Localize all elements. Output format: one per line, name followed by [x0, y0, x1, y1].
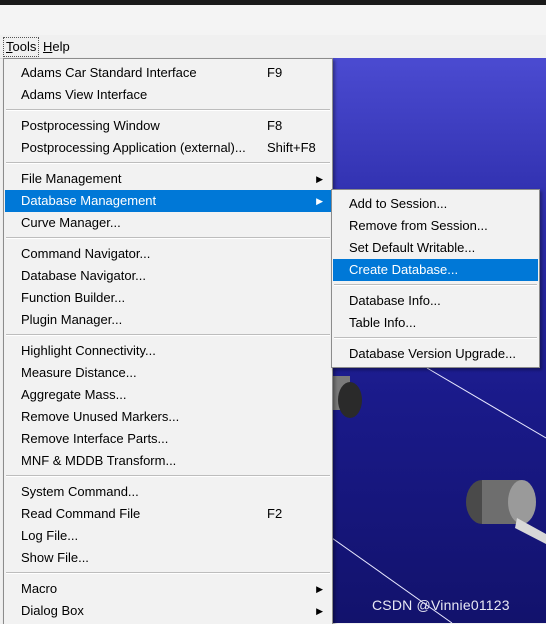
- menu-item-adams-view[interactable]: Adams View Interface: [5, 84, 331, 106]
- menu-item-highlight-connectivity[interactable]: Highlight Connectivity...: [5, 340, 331, 362]
- menu-item-label: Set Default Writable...: [349, 240, 476, 255]
- menu-item-file-management[interactable]: File Management ▶: [5, 168, 331, 190]
- menu-item-curve-manager[interactable]: Curve Manager...: [5, 212, 331, 234]
- menu-item-label: MNF & MDDB Transform...: [21, 453, 177, 468]
- submenu-item-remove-from-session[interactable]: Remove from Session...: [333, 215, 538, 237]
- menu-item-read-command-file[interactable]: Read Command File F2: [5, 503, 331, 525]
- menu-item-measure-distance[interactable]: Measure Distance...: [5, 362, 331, 384]
- menu-item-system-command[interactable]: System Command...: [5, 481, 331, 503]
- menu-item-aggregate-mass[interactable]: Aggregate Mass...: [5, 384, 331, 406]
- menu-item-plugin-manager[interactable]: Plugin Manager...: [5, 309, 331, 331]
- menu-item-label: Measure Distance...: [21, 365, 137, 380]
- separator: [6, 475, 330, 477]
- menu-item-label: Database Navigator...: [21, 268, 147, 283]
- menu-item-label: Adams View Interface: [21, 87, 148, 102]
- separator: [6, 109, 330, 111]
- menu-item-label: Show File...: [21, 550, 89, 565]
- menu-item-label: Postprocessing Window: [21, 118, 160, 133]
- watermark: CSDN @Vinnie01123: [372, 597, 510, 613]
- menu-item-log-file[interactable]: Log File...: [5, 525, 331, 547]
- menu-item-label: Database Version Upgrade...: [349, 346, 516, 361]
- separator: [6, 572, 330, 574]
- menu-item-label: Postprocessing Application (external)...: [21, 140, 246, 155]
- menu-help-rest: elp: [52, 39, 70, 54]
- tools-menu: Adams Car Standard Interface F9 Adams Vie…: [3, 58, 333, 624]
- menu-item-label: System Command...: [21, 484, 139, 499]
- menu-item-remove-unused-markers[interactable]: Remove Unused Markers...: [5, 406, 331, 428]
- menu-item-label: Database Info...: [349, 293, 441, 308]
- menu-item-label: Remove Unused Markers...: [21, 409, 180, 424]
- shortcut: F9: [267, 65, 283, 80]
- menu-help[interactable]: Help: [41, 38, 72, 56]
- menu-item-adams-car[interactable]: Adams Car Standard Interface F9: [5, 62, 331, 84]
- wire-line-1: [426, 367, 546, 439]
- menu-item-label: File Management: [21, 171, 122, 186]
- menu-item-command-navigator[interactable]: Command Navigator...: [5, 243, 331, 265]
- separator: [6, 334, 330, 336]
- menu-item-label: Create Database...: [349, 262, 459, 277]
- menu-item-mnf-mddb-transform[interactable]: MNF & MDDB Transform...: [5, 450, 331, 472]
- submenu-arrow-icon: ▶: [316, 606, 323, 616]
- submenu-arrow-icon: ▶: [316, 196, 323, 206]
- menu-item-postprocessing-window[interactable]: Postprocessing Window F8: [5, 115, 331, 137]
- menu-bar: Tools Help: [0, 35, 546, 59]
- menu-item-database-navigator[interactable]: Database Navigator...: [5, 265, 331, 287]
- shortcut: F2: [267, 506, 283, 521]
- database-management-submenu: Add to Session... Remove from Session...…: [331, 189, 540, 368]
- submenu-item-database-info[interactable]: Database Info...: [333, 290, 538, 312]
- rod-cylinder-left: [332, 376, 362, 418]
- menu-item-label: Database Management: [21, 193, 157, 208]
- menu-tools[interactable]: Tools: [3, 37, 40, 57]
- submenu-item-database-version-upgrade[interactable]: Database Version Upgrade...: [333, 343, 538, 365]
- separator: [334, 337, 537, 339]
- shortcut: F8: [267, 118, 283, 133]
- menu-item-database-management[interactable]: Database Management ▶: [5, 190, 331, 212]
- submenu-arrow-icon: ▶: [316, 174, 323, 184]
- menu-item-label: Log File...: [21, 528, 79, 543]
- rod-cylinder-right: [466, 480, 546, 544]
- toolbar-strip: [0, 5, 546, 35]
- menu-item-function-builder[interactable]: Function Builder...: [5, 287, 331, 309]
- submenu-item-create-database[interactable]: Create Database...: [333, 259, 538, 281]
- menu-item-label: Add to Session...: [349, 196, 448, 211]
- menu-item-macro[interactable]: Macro ▶: [5, 578, 331, 600]
- separator: [334, 284, 537, 286]
- separator: [6, 162, 330, 164]
- submenu-item-table-info[interactable]: Table Info...: [333, 312, 538, 334]
- menu-item-label: Plugin Manager...: [21, 312, 123, 327]
- menu-item-label: Remove from Session...: [349, 218, 488, 233]
- menu-item-label: Aggregate Mass...: [21, 387, 127, 402]
- menu-item-label: Curve Manager...: [21, 215, 121, 230]
- shortcut: Shift+F8: [267, 140, 316, 155]
- submenu-arrow-icon: ▶: [316, 584, 323, 594]
- menu-item-show-file[interactable]: Show File...: [5, 547, 331, 569]
- menu-item-label: Command Navigator...: [21, 246, 151, 261]
- menu-item-label: Table Info...: [349, 315, 417, 330]
- separator: [6, 237, 330, 239]
- menu-item-label: Adams Car Standard Interface: [21, 65, 197, 80]
- menu-item-label: Highlight Connectivity...: [21, 343, 156, 358]
- menu-tools-rest: ools: [12, 39, 37, 54]
- menu-item-dialog-box[interactable]: Dialog Box ▶: [5, 600, 331, 622]
- menu-item-label: Remove Interface Parts...: [21, 431, 169, 446]
- menu-item-label: Function Builder...: [21, 290, 126, 305]
- menu-item-label: Macro: [21, 581, 58, 596]
- menu-item-postprocessing-app[interactable]: Postprocessing Application (external)...…: [5, 137, 331, 159]
- submenu-item-add-to-session[interactable]: Add to Session...: [333, 193, 538, 215]
- menu-item-label: Read Command File: [21, 506, 141, 521]
- menu-item-remove-interface-parts[interactable]: Remove Interface Parts...: [5, 428, 331, 450]
- menu-item-label: Dialog Box: [21, 603, 84, 618]
- submenu-item-set-default-writable[interactable]: Set Default Writable...: [333, 237, 538, 259]
